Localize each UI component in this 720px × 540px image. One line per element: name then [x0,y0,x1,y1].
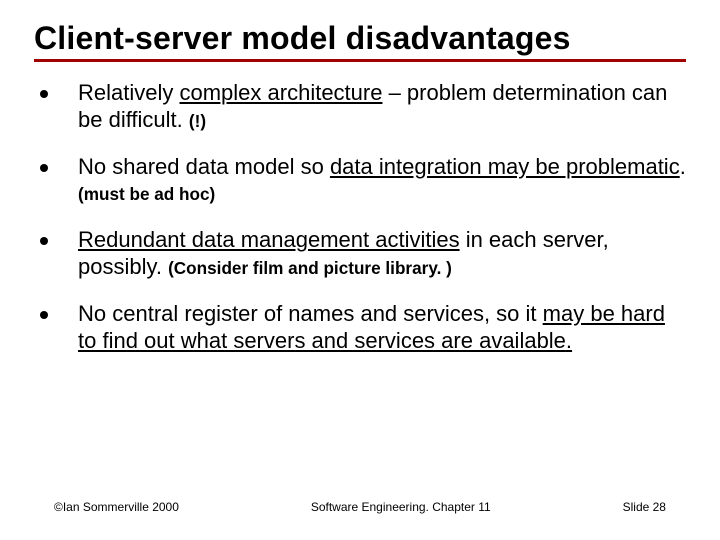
text-pre: No central register of names and service… [78,301,543,326]
text-underlined: Redundant data management activities [78,227,460,252]
annotation: (!) [189,111,206,131]
footer-left: ©Ian Sommerville 2000 [54,500,179,514]
bullet-list: Relatively complex architecture – proble… [34,80,686,355]
slide-title: Client-server model disadvantages [34,20,686,57]
title-underline [34,59,686,62]
list-item: No central register of names and service… [34,301,686,355]
list-item: Redundant data management activities in … [34,227,686,281]
list-item: No shared data model so data integration… [34,154,686,208]
footer-center: Software Engineering. Chapter 11 [311,500,491,514]
list-item: Relatively complex architecture – proble… [34,80,686,134]
footer: ©Ian Sommerville 2000 Software Engineeri… [0,500,720,514]
slide: Client-server model disadvantages Relati… [0,0,720,540]
text-underlined: data integration may be problematic [330,154,680,179]
annotation: (must be ad hoc) [78,184,215,204]
text-post: . [680,154,686,179]
text-pre: Relatively [78,80,179,105]
text-underlined: complex architecture [179,80,382,105]
annotation: (Consider film and picture library. ) [168,258,452,278]
footer-right: Slide 28 [623,500,666,514]
text-pre: No shared data model so [78,154,330,179]
text-tail-underlined: . [566,328,572,353]
